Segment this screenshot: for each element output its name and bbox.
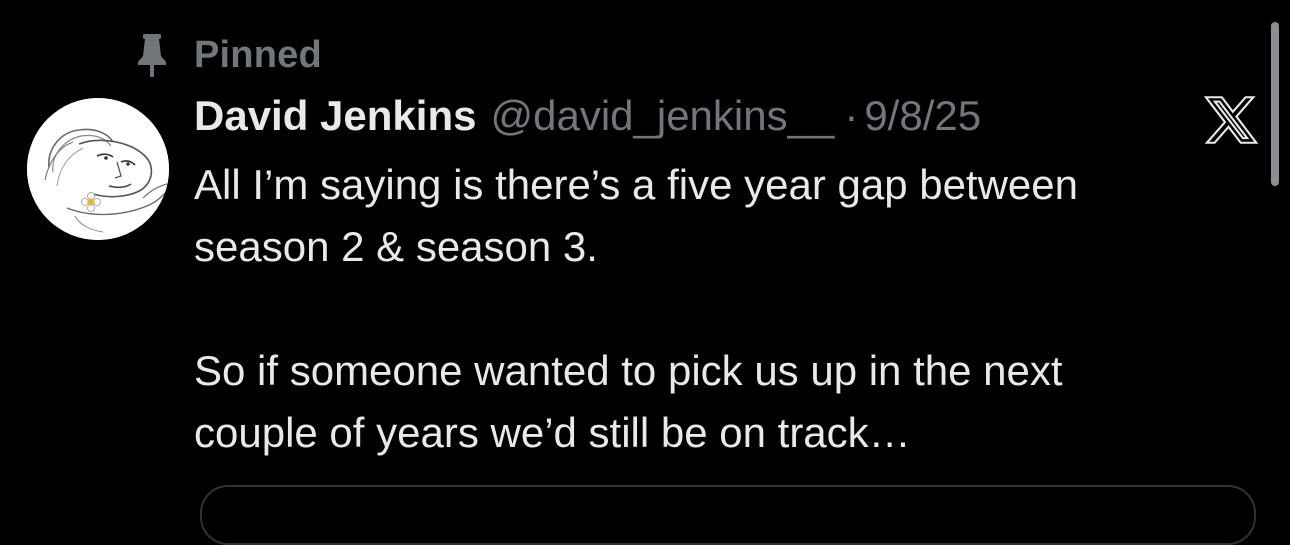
author-display-name[interactable]: David Jenkins: [194, 92, 476, 140]
avatar-sketch-icon: [27, 98, 169, 240]
pinned-label: Pinned: [194, 33, 322, 76]
post-header: David Jenkins @david_jenkins__ · 9/8/25: [194, 92, 981, 148]
media-card[interactable]: [200, 485, 1256, 545]
post-text: All I’m saying is there’s a five year ga…: [194, 154, 1234, 464]
post-paragraph: So if someone wanted to pick us up in th…: [194, 347, 1063, 456]
pin-icon: [136, 32, 168, 78]
header-separator: ·: [844, 92, 859, 139]
post-date[interactable]: 9/8/25: [864, 92, 981, 140]
pinned-post[interactable]: Pinned David Jenkins @david_jenkins__ · …: [0, 0, 1290, 545]
avatar[interactable]: [27, 98, 169, 240]
x-logo-icon: [1203, 92, 1259, 148]
pinned-indicator: Pinned: [136, 30, 322, 80]
author-handle[interactable]: @david_jenkins__: [490, 92, 834, 140]
scrollbar[interactable]: [1271, 22, 1279, 186]
post-paragraph: All I’m saying is there’s a five year ga…: [194, 161, 1079, 270]
